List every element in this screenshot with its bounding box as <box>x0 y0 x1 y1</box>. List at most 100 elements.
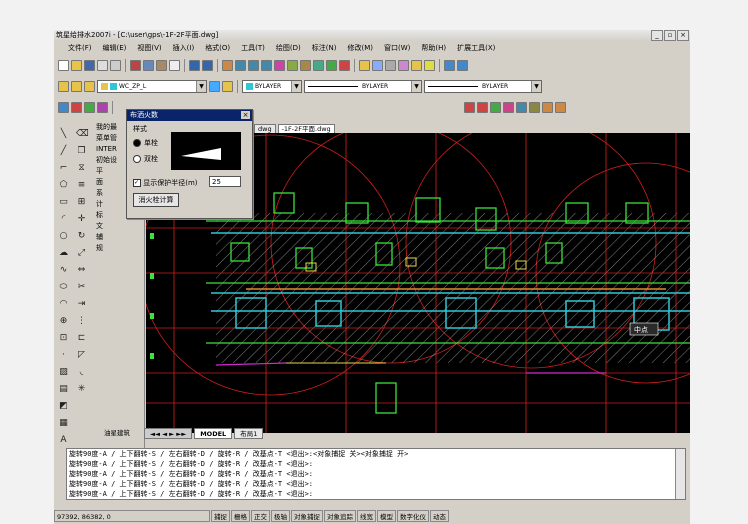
menu-help[interactable]: 帮助(H) <box>421 42 446 54</box>
fillet-icon[interactable]: ◟ <box>76 367 87 378</box>
linetype-select[interactable]: BYLAYER ▼ <box>304 80 422 93</box>
tab-nav-arrows[interactable]: ◄◄ ◄ ► ►► <box>144 428 193 439</box>
plot-tool5-icon[interactable] <box>516 102 527 113</box>
revcloud-icon[interactable]: ☁ <box>58 248 69 259</box>
scale-icon[interactable]: ⤢ <box>76 248 87 259</box>
arc-icon[interactable]: ◜ <box>58 214 69 225</box>
color-select[interactable]: BYLAYER ▼ <box>242 80 302 93</box>
zoom-window-icon[interactable] <box>248 60 259 71</box>
layer-freeze-icon[interactable] <box>84 81 95 92</box>
markup-icon[interactable] <box>326 60 337 71</box>
break-icon[interactable]: ⋮ <box>76 316 87 327</box>
sidepanel-item[interactable]: 辅 <box>94 232 144 243</box>
status-osnap[interactable]: 对象捕捉 <box>291 510 323 522</box>
status-tablet[interactable]: 数字化仪 <box>397 510 429 522</box>
layer-select[interactable]: WC_ZP_L ▼ <box>97 80 207 93</box>
copy-icon[interactable] <box>143 60 154 71</box>
extend-icon[interactable]: ⇥ <box>76 299 87 310</box>
explode-icon[interactable]: ✳ <box>76 384 87 395</box>
plot-tool6-icon[interactable] <box>529 102 540 113</box>
sidepanel-item[interactable]: 文 <box>94 221 144 232</box>
zoom-previous-icon[interactable] <box>261 60 272 71</box>
zoom-in-icon[interactable] <box>542 102 553 113</box>
hydrant-tool-icon[interactable] <box>97 102 108 113</box>
status-grid[interactable]: 栅格 <box>231 510 250 522</box>
plot-tool3-icon[interactable] <box>490 102 501 113</box>
table-icon[interactable]: ▦ <box>58 418 69 429</box>
polyline-icon[interactable]: ⌐ <box>58 163 69 174</box>
paste-icon[interactable] <box>156 60 167 71</box>
menu-window[interactable]: 窗口(W) <box>384 42 410 54</box>
menu-extensions[interactable]: 扩展工具(X) <box>457 42 495 54</box>
pump-tool-icon[interactable] <box>84 102 95 113</box>
offset-icon[interactable]: ≡ <box>76 180 87 191</box>
construction-line-icon[interactable]: ╱ <box>58 146 69 157</box>
lineweight-select[interactable]: BYLAYER ▼ <box>424 80 542 93</box>
zoom-realtime-icon[interactable] <box>235 60 246 71</box>
line-icon[interactable]: ╲ <box>58 129 69 140</box>
extra-tool-icon[interactable] <box>444 60 455 71</box>
rotate-icon[interactable]: ↻ <box>76 231 87 242</box>
join-icon[interactable]: ⊏ <box>76 333 87 344</box>
menu-insert[interactable]: 插入(I) <box>173 42 195 54</box>
status-dynamic[interactable]: 动态 <box>430 510 449 522</box>
array-icon[interactable]: ⊞ <box>76 197 87 208</box>
command-scrollbar[interactable] <box>675 449 685 499</box>
copy-object-icon[interactable]: ❐ <box>76 146 87 157</box>
zoom-out-icon[interactable] <box>555 102 566 113</box>
pipe-tool-icon[interactable] <box>58 102 69 113</box>
minimize-button[interactable]: _ <box>651 30 663 41</box>
status-model[interactable]: 模型 <box>377 510 396 522</box>
menu-tools[interactable]: 工具(T) <box>241 42 265 54</box>
status-snap[interactable]: 捕捉 <box>211 510 230 522</box>
radius-checkbox[interactable]: ✓ 显示保护半径(m) <box>133 178 198 188</box>
radio-single[interactable]: 单栓 <box>133 138 158 148</box>
menu-view[interactable]: 视图(V) <box>137 42 161 54</box>
layer-tool4-icon[interactable] <box>424 60 435 71</box>
menu-edit[interactable]: 编辑(E) <box>103 42 127 54</box>
radio-double[interactable]: 双栓 <box>133 154 158 164</box>
sidepanel-item[interactable]: 规 <box>94 243 144 254</box>
restore-button[interactable]: ▫ <box>664 30 676 41</box>
extra-tool2-icon[interactable] <box>457 60 468 71</box>
layers-icon[interactable] <box>58 81 69 92</box>
preview-icon[interactable] <box>110 60 121 71</box>
chamfer-icon[interactable]: ◸ <box>76 350 87 361</box>
rectangle-icon[interactable]: ▭ <box>58 197 69 208</box>
command-line[interactable]: 旋转90度-A / 上下翻转-S / 左右翻转-D / 旋转-R / 改基点-T… <box>67 489 685 499</box>
move-icon[interactable]: ✛ <box>76 214 87 225</box>
dialog-close-button[interactable]: × <box>241 111 250 119</box>
plot-tool-icon[interactable] <box>464 102 475 113</box>
layer-tool-icon[interactable] <box>385 60 396 71</box>
menu-file[interactable]: 文件(F) <box>68 42 92 54</box>
hatch-icon[interactable]: ▨ <box>58 367 69 378</box>
tool-palette-icon[interactable] <box>300 60 311 71</box>
make-block-icon[interactable]: ⊡ <box>58 333 69 344</box>
make-current-icon[interactable] <box>209 81 220 92</box>
menu-format[interactable]: 格式(O) <box>205 42 230 54</box>
valve-tool-icon[interactable] <box>71 102 82 113</box>
mirror-icon[interactable]: ⧖ <box>76 163 87 174</box>
layer-previous-icon[interactable] <box>222 81 233 92</box>
layer-state-icon[interactable] <box>372 60 383 71</box>
menu-modify[interactable]: 修改(M) <box>347 42 373 54</box>
undo-icon[interactable] <box>189 60 200 71</box>
design-center-icon[interactable] <box>287 60 298 71</box>
pan-icon[interactable] <box>222 60 233 71</box>
stretch-icon[interactable]: ⇔ <box>76 265 87 276</box>
close-button[interactable]: × <box>677 30 689 41</box>
tab-model[interactable]: MODEL <box>194 428 233 439</box>
open-folder-icon[interactable] <box>71 60 82 71</box>
calculate-button[interactable]: 消火栓计算 <box>133 193 179 207</box>
status-lineweight[interactable]: 线宽 <box>357 510 376 522</box>
plot-tool2-icon[interactable] <box>477 102 488 113</box>
menu-draw[interactable]: 绘图(D) <box>276 42 301 54</box>
trim-icon[interactable]: ✂ <box>76 282 87 293</box>
erase-icon[interactable]: ⌫ <box>76 129 89 140</box>
new-file-icon[interactable] <box>58 60 69 71</box>
print-icon[interactable] <box>97 60 108 71</box>
redo-icon[interactable] <box>202 60 213 71</box>
ellipse-icon[interactable]: ⬭ <box>58 282 69 293</box>
cut-icon[interactable] <box>130 60 141 71</box>
circle-icon[interactable]: ○ <box>58 231 69 242</box>
